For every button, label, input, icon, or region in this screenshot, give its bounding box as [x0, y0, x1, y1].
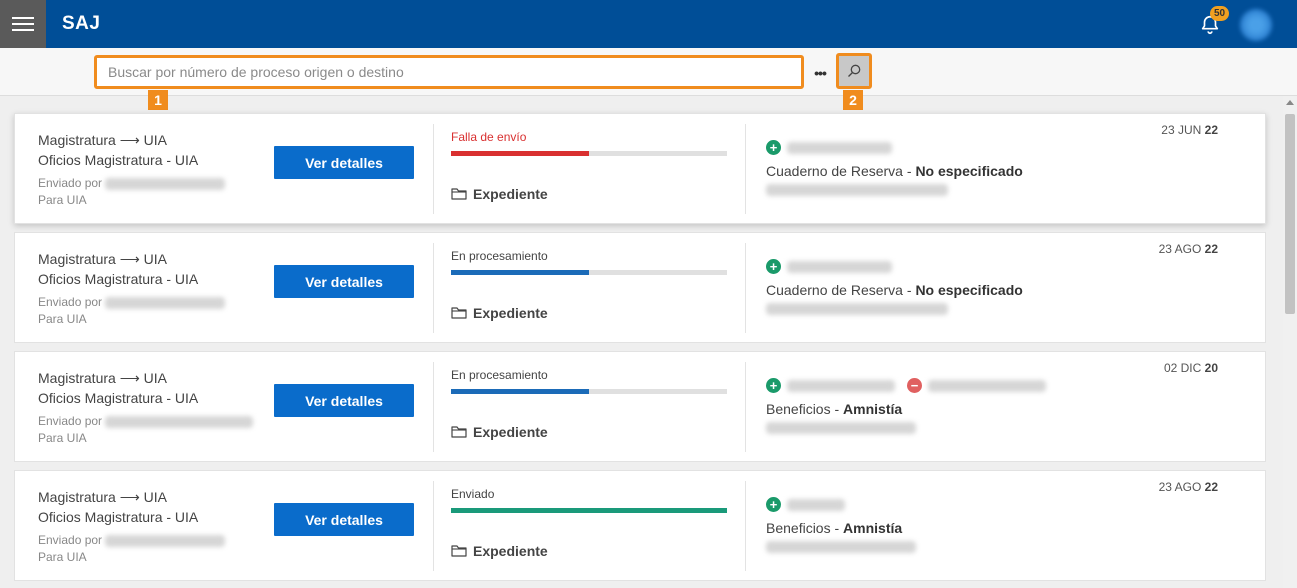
expediente-link[interactable]: Expediente [451, 305, 548, 321]
divider [433, 481, 434, 571]
route-label: Magistratura ⟶ UIA [38, 370, 167, 386]
progress-fill [451, 270, 589, 275]
party-plus-icon: + [766, 497, 781, 512]
category-label: Beneficios - Amnistía [766, 520, 903, 536]
party-name-redacted [928, 380, 1046, 392]
view-details-button[interactable]: Ver detalles [274, 265, 414, 298]
divider [433, 362, 434, 452]
avatar[interactable] [1240, 9, 1272, 41]
status-label: Falla de envío [451, 130, 527, 144]
divider [433, 243, 434, 333]
sent-by-label: Enviado por [38, 295, 103, 309]
divider [745, 362, 746, 452]
expediente-label: Expediente [473, 186, 548, 202]
party-name-redacted [787, 261, 892, 273]
process-card: Magistratura ⟶ UIA Oficios Magistratura … [14, 351, 1266, 462]
case-number-redacted [766, 541, 916, 553]
progress-fill [451, 508, 727, 513]
notification-badge: 50 [1210, 6, 1230, 21]
search-input[interactable] [94, 55, 804, 89]
process-card: Magistratura ⟶ UIA Oficios Magistratura … [14, 113, 1266, 224]
annotation-marker-2: 2 [843, 90, 863, 110]
view-details-button[interactable]: Ver detalles [274, 146, 414, 179]
view-details-button[interactable]: Ver detalles [274, 384, 414, 417]
date-label: 23 AGO 22 [1158, 480, 1218, 494]
divider [433, 124, 434, 214]
menu-icon[interactable] [0, 0, 46, 48]
recipient-label: Para UIA [38, 193, 87, 207]
recipient-label: Para UIA [38, 431, 87, 445]
folder-icon [451, 307, 467, 319]
folder-icon [451, 188, 467, 200]
route-label: Magistratura ⟶ UIA [38, 251, 167, 267]
divider [745, 243, 746, 333]
recipient-label: Para UIA [38, 312, 87, 326]
sent-by-label: Enviado por [38, 414, 103, 428]
scroll-thumb[interactable] [1285, 114, 1295, 314]
status-label: Enviado [451, 487, 495, 501]
oficio-label: Oficios Magistratura - UIA [38, 390, 199, 406]
status-progress-bar [451, 389, 727, 394]
oficio-label: Oficios Magistratura - UIA [38, 271, 199, 287]
expediente-label: Expediente [473, 424, 548, 440]
party-plus-icon: + [766, 378, 781, 393]
party-plus-icon: + [766, 140, 781, 155]
process-card: Magistratura ⟶ UIA Oficios Magistratura … [14, 232, 1266, 343]
date-label: 23 JUN 22 [1161, 123, 1218, 137]
expediente-label: Expediente [473, 543, 548, 559]
route-label: Magistratura ⟶ UIA [38, 489, 167, 505]
case-number-redacted [766, 422, 916, 434]
divider [745, 124, 746, 214]
status-progress-bar [451, 508, 727, 513]
search-button[interactable] [836, 53, 872, 89]
scroll-up-arrow-icon[interactable] [1286, 100, 1294, 105]
status-progress-bar [451, 270, 727, 275]
sender-name-redacted [105, 416, 253, 428]
search-icon [848, 64, 861, 77]
divider [745, 481, 746, 571]
oficio-label: Oficios Magistratura - UIA [38, 152, 199, 168]
expediente-label: Expediente [473, 305, 548, 321]
sent-by-label: Enviado por [38, 533, 103, 547]
recipient-label: Para UIA [38, 550, 87, 564]
scrollbar[interactable] [1283, 96, 1297, 588]
process-card: Magistratura ⟶ UIA Oficios Magistratura … [14, 470, 1266, 581]
view-details-button[interactable]: Ver detalles [274, 503, 414, 536]
status-label: En procesamiento [451, 249, 548, 263]
expediente-link[interactable]: Expediente [451, 543, 548, 559]
progress-fill [451, 389, 589, 394]
annotation-marker-1: 1 [148, 90, 168, 110]
category-label: Beneficios - Amnistía [766, 401, 903, 417]
category-label: Cuaderno de Reserva - No especificado [766, 282, 1023, 298]
sender-name-redacted [105, 535, 225, 547]
sender-name-redacted [105, 178, 225, 190]
party-plus-icon: + [766, 259, 781, 274]
party-name-redacted [787, 142, 892, 154]
status-progress-bar [451, 151, 727, 156]
expediente-link[interactable]: Expediente [451, 186, 548, 202]
category-label: Cuaderno de Reserva - No especificado [766, 163, 1023, 179]
top-bar: SAJ 50 [0, 0, 1297, 48]
more-options-button[interactable]: ••• [808, 60, 832, 86]
party-name-redacted [787, 380, 895, 392]
party-minus-icon: − [907, 378, 922, 393]
sender-name-redacted [105, 297, 225, 309]
case-number-redacted [766, 303, 948, 315]
route-label: Magistratura ⟶ UIA [38, 132, 167, 148]
folder-icon [451, 545, 467, 557]
date-label: 02 DIC 20 [1163, 361, 1218, 375]
progress-fill [451, 151, 589, 156]
app-title: SAJ [62, 13, 101, 34]
case-number-redacted [766, 184, 948, 196]
status-label: En procesamiento [451, 368, 548, 382]
expediente-link[interactable]: Expediente [451, 424, 548, 440]
oficio-label: Oficios Magistratura - UIA [38, 509, 199, 525]
sent-by-label: Enviado por [38, 176, 103, 190]
folder-icon [451, 426, 467, 438]
party-name-redacted [787, 499, 845, 511]
date-label: 23 AGO 22 [1158, 242, 1218, 256]
